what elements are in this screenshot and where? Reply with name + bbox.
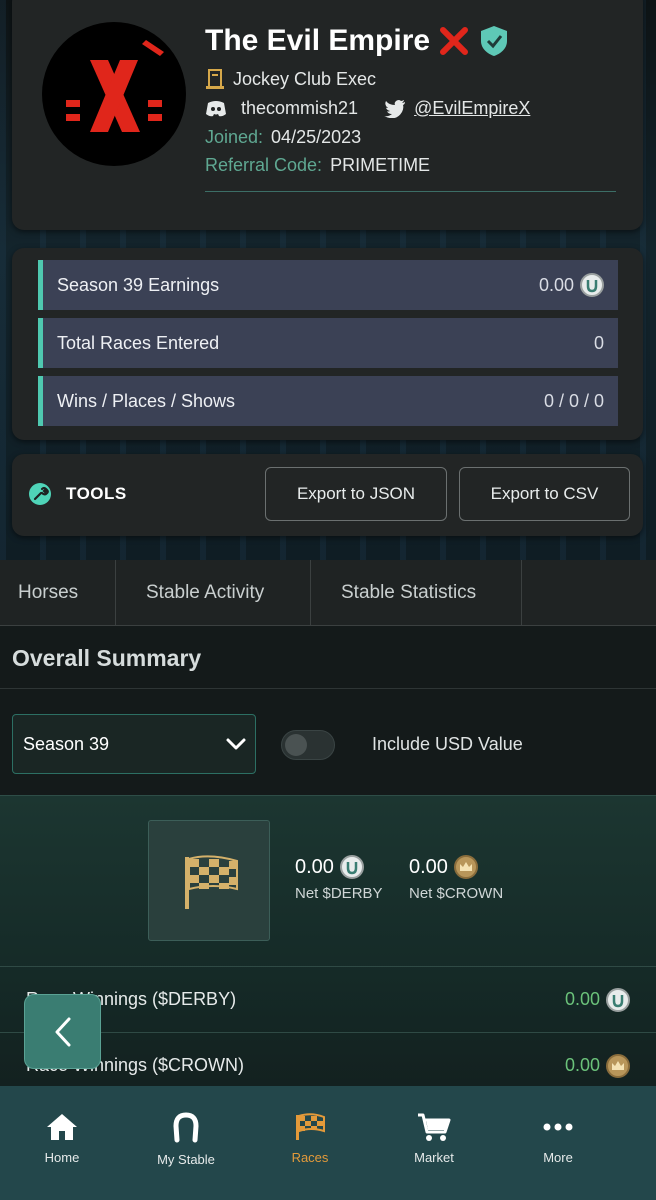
checkered-flag-icon bbox=[185, 855, 238, 909]
bottom-nav: Home My Stable Races Market More bbox=[0, 1086, 656, 1200]
more-dots-icon bbox=[543, 1123, 573, 1131]
nav-home[interactable]: Home bbox=[0, 1086, 124, 1200]
discord-icon bbox=[206, 100, 226, 116]
discord-handle: thecommish21 bbox=[241, 98, 359, 118]
referral-label: Referral Code: bbox=[205, 155, 323, 175]
stat-row-races: Total Races Entered 0 bbox=[38, 318, 618, 368]
joined-line: Joined: 04/25/2023 bbox=[205, 127, 361, 148]
net-derby-value: 0.00 bbox=[295, 855, 334, 878]
cart-icon bbox=[418, 1113, 451, 1141]
stat-value: 0.00 bbox=[538, 274, 574, 295]
profile-name-text: The Evil Empire bbox=[205, 24, 431, 57]
export-json-button[interactable]: Export to JSON bbox=[265, 467, 447, 521]
nav-label: Races bbox=[291, 1150, 329, 1165]
joined-label: Joined: bbox=[205, 127, 264, 147]
usd-toggle-label: Include USD Value bbox=[372, 734, 523, 754]
nav-label: My Stable bbox=[157, 1152, 215, 1167]
crown-coin-icon bbox=[606, 1053, 630, 1078]
row-value-wrap: 0.00 bbox=[564, 1053, 630, 1078]
races-flag-box bbox=[148, 820, 270, 941]
net-derby-label: Net $DERBY bbox=[295, 885, 383, 902]
rank-text: Jockey Club Exec bbox=[233, 68, 377, 89]
net-crown: 0.00 Net $CROWN bbox=[409, 855, 503, 902]
derby-coin-icon bbox=[339, 855, 364, 879]
nav-races[interactable]: Races bbox=[248, 1086, 372, 1200]
nav-label: Market bbox=[414, 1150, 454, 1165]
chevron-left-icon bbox=[55, 1017, 70, 1046]
stat-row-earnings: Season 39 Earnings 0.00 bbox=[38, 260, 618, 310]
profile-card: The Evil Empire Jockey Club Exec thecomm… bbox=[12, 0, 643, 230]
tab-stable-statistics[interactable]: Stable Statistics bbox=[311, 560, 522, 626]
social-line: thecommish21 @EvilEmpireX bbox=[205, 98, 530, 119]
rank-badge-icon bbox=[206, 69, 224, 89]
net-crown-label: Net $CROWN bbox=[409, 885, 504, 902]
export-csv-button[interactable]: Export to CSV bbox=[459, 467, 630, 521]
rank-line: Jockey Club Exec bbox=[205, 68, 376, 90]
evil-empire-logo-icon bbox=[66, 40, 164, 132]
horseshoe-icon bbox=[173, 1112, 199, 1143]
derby-coin-icon bbox=[606, 987, 630, 1012]
profile-name: The Evil Empire bbox=[205, 24, 510, 58]
stat-row-wps: Wins / Places / Shows 0 / 0 / 0 bbox=[38, 376, 618, 426]
stats-card: Season 39 Earnings 0.00 Total Races Ente… bbox=[12, 248, 643, 440]
stat-label: Season 39 Earnings bbox=[57, 274, 220, 295]
stat-value: 0 / 0 / 0 bbox=[543, 390, 604, 411]
nav-label: More bbox=[543, 1150, 573, 1165]
net-crown-value: 0.00 bbox=[409, 855, 448, 878]
nav-more[interactable]: More bbox=[496, 1086, 620, 1200]
season-select[interactable]: Season 39 bbox=[12, 714, 256, 774]
summary-title: Overall Summary bbox=[12, 645, 202, 671]
stat-value: 0 bbox=[593, 332, 604, 353]
row-value: 0.00 bbox=[564, 1055, 600, 1075]
chevron-down-icon bbox=[226, 738, 246, 750]
stat-value-wrap: 0.00 bbox=[539, 273, 604, 297]
verified-shield-icon bbox=[481, 26, 508, 56]
row-value: 0.00 bbox=[564, 989, 600, 1009]
stable-tabs: Horses Stable Activity Stable Statistics bbox=[0, 560, 656, 626]
stat-label: Wins / Places / Shows bbox=[57, 390, 236, 411]
tab-stable-activity[interactable]: Stable Activity bbox=[116, 560, 311, 626]
summary-divider bbox=[0, 688, 656, 689]
twitter-icon bbox=[384, 99, 406, 118]
net-crown-value-wrap: 0.00 bbox=[409, 855, 503, 879]
nav-my-stable[interactable]: My Stable bbox=[124, 1086, 248, 1200]
stat-label: Total Races Entered bbox=[57, 332, 220, 353]
red-x-icon bbox=[440, 27, 469, 55]
profile-divider bbox=[205, 191, 616, 192]
season-select-value: Season 39 bbox=[23, 733, 110, 754]
net-derby-value-wrap: 0.00 bbox=[295, 855, 383, 879]
tools-card: TOOLS Export to JSON Export to CSV bbox=[12, 454, 643, 536]
home-icon bbox=[47, 1114, 77, 1140]
wrench-icon bbox=[29, 483, 51, 505]
derby-coin-icon bbox=[580, 273, 604, 297]
referral-value: PRIMETIME bbox=[330, 155, 431, 175]
joined-value: 04/25/2023 bbox=[271, 127, 362, 147]
twitter-handle-link[interactable]: @EvilEmpireX bbox=[414, 98, 530, 119]
toggle-knob bbox=[285, 734, 307, 756]
net-derby: 0.00 Net $DERBY bbox=[295, 855, 383, 902]
tools-label: TOOLS bbox=[66, 484, 127, 503]
usd-toggle[interactable] bbox=[281, 730, 335, 760]
avatar bbox=[42, 22, 186, 166]
referral-line: Referral Code: PRIMETIME bbox=[205, 155, 430, 176]
tab-horses[interactable]: Horses bbox=[0, 560, 116, 626]
back-button[interactable] bbox=[24, 994, 101, 1069]
row-value-wrap: 0.00 bbox=[564, 987, 630, 1012]
nav-label: Home bbox=[44, 1150, 80, 1165]
checkered-flag-icon bbox=[296, 1113, 325, 1140]
crown-coin-icon bbox=[453, 855, 478, 879]
nav-market[interactable]: Market bbox=[372, 1086, 496, 1200]
